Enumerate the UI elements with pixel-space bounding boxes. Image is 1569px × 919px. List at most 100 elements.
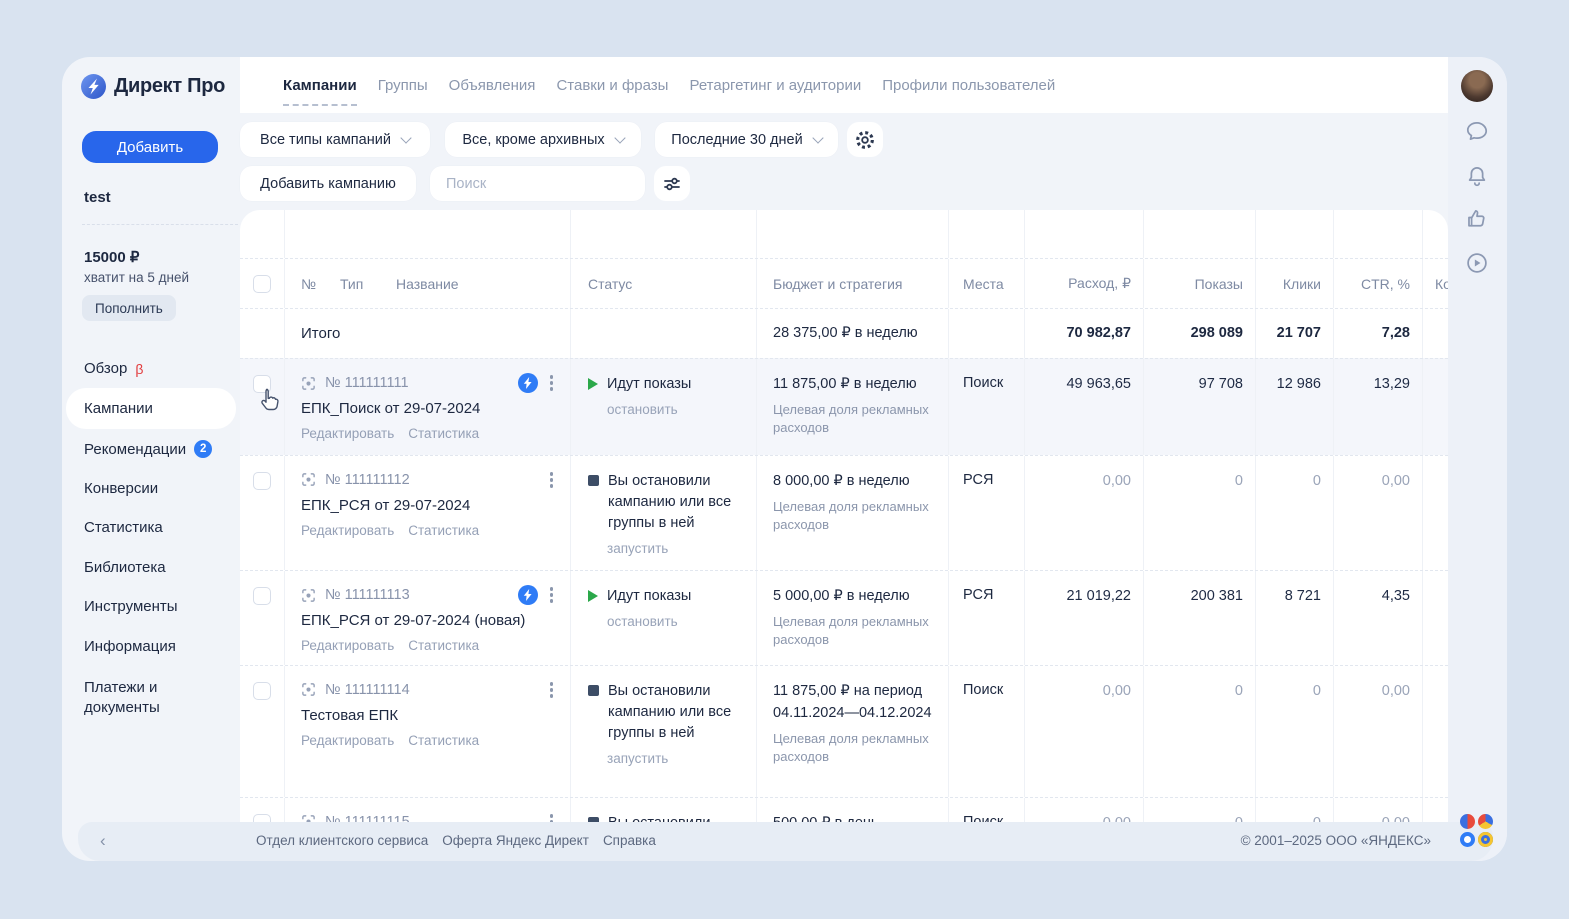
- footer-link-help[interactable]: Справка: [603, 833, 656, 848]
- sidebar-item-conversions[interactable]: Конверсии: [84, 480, 158, 497]
- row-menu-button[interactable]: [546, 680, 558, 700]
- play-circle-icon: [1464, 250, 1490, 276]
- row-menu-button[interactable]: [546, 373, 558, 393]
- campaigns-table: № Тип Название Статус Бюджет и стратегия…: [240, 210, 1448, 861]
- tray-icon-pie[interactable]: [1460, 814, 1475, 829]
- ctr-value: 13,29: [1334, 359, 1423, 455]
- table-row: № 111111114 Тестовая ЕПК Редактировать С…: [240, 665, 1448, 797]
- campaign-name[interactable]: ЕПК_РСЯ от 29-07-2024 (новая): [301, 612, 557, 629]
- chat-button[interactable]: [1464, 118, 1490, 149]
- budget-value: 11 875,00 ₽ в неделю: [773, 374, 934, 396]
- table-spacer-row: [240, 210, 1448, 258]
- tab-ads[interactable]: Объявления: [449, 57, 536, 113]
- row-checkbox[interactable]: [253, 472, 271, 490]
- table-row: № 111111111 ЕПК_Поиск от 29-07-2024 Реда…: [240, 358, 1448, 455]
- col-type: Тип: [340, 276, 363, 292]
- sidebar-item-label: Библиотека: [84, 559, 166, 576]
- tab-groups[interactable]: Группы: [378, 57, 428, 113]
- date-range-filter[interactable]: Последние 30 дней: [655, 122, 838, 157]
- tab-bids-phrases[interactable]: Ставки и фразы: [556, 57, 668, 113]
- places-value: Поиск: [949, 359, 1025, 455]
- start-link[interactable]: запустить: [607, 541, 748, 556]
- boost-badge[interactable]: [518, 585, 538, 605]
- row-menu-button[interactable]: [546, 585, 558, 605]
- start-link[interactable]: запустить: [607, 751, 748, 766]
- tray-icon-triangle[interactable]: [1478, 814, 1493, 829]
- footer-link-offer[interactable]: Оферта Яндекс Директ: [442, 833, 589, 848]
- campaign-type-filter[interactable]: Все типы кампаний: [240, 122, 430, 157]
- campaign-name[interactable]: ЕПК_Поиск от 29-07-2024: [301, 400, 557, 417]
- places-value: Поиск: [949, 666, 1025, 797]
- right-rail: [1448, 57, 1507, 861]
- tab-campaigns[interactable]: Кампании: [283, 57, 357, 113]
- col-number: №: [301, 276, 316, 292]
- archive-filter[interactable]: Все, кроме архивных: [445, 122, 641, 157]
- budget-value: 11 875,00 ₽ на период 04.11.2024—04.12.2…: [773, 681, 934, 725]
- feedback-button[interactable]: [1464, 206, 1490, 237]
- tray-icon-ring[interactable]: [1460, 832, 1475, 847]
- tab-retargeting[interactable]: Ретаргетинг и аудитории: [689, 57, 861, 113]
- col-ctr: CTR, %: [1334, 259, 1423, 308]
- edit-link[interactable]: Редактировать: [301, 426, 394, 441]
- campaign-number: № 111111112: [325, 472, 410, 488]
- add-campaign-button[interactable]: Добавить кампанию: [240, 166, 416, 201]
- sidebar-item-label: Кампании: [84, 400, 153, 417]
- collapse-sidebar-button[interactable]: ‹: [100, 831, 106, 851]
- row-checkbox[interactable]: [253, 587, 271, 605]
- tab-user-profiles[interactable]: Профили пользователей: [882, 57, 1055, 113]
- campaign-name[interactable]: ЕПК_РСЯ от 29-07-2024: [301, 497, 557, 514]
- sidebar-item-payments[interactable]: Платежи и документы: [84, 678, 204, 719]
- totals-ctr: 7,28: [1334, 309, 1423, 358]
- video-help-button[interactable]: [1464, 250, 1490, 281]
- tray-icon-dot[interactable]: [1478, 832, 1493, 847]
- sidebar-item-statistics[interactable]: Статистика: [84, 519, 163, 536]
- select-all-checkbox[interactable]: [253, 275, 271, 293]
- sidebar-item-overview[interactable]: Обзор β: [84, 360, 143, 377]
- strategy-label: Целевая доля рекламных расходов: [773, 730, 934, 766]
- top-tab-bar: Кампании Группы Объявления Ставки и фраз…: [240, 57, 1448, 113]
- stop-link[interactable]: остановить: [607, 402, 748, 417]
- add-button[interactable]: Добавить: [82, 131, 218, 163]
- account-name[interactable]: test: [84, 189, 111, 206]
- add-campaign-label: Добавить кампанию: [260, 176, 396, 192]
- statistics-link[interactable]: Статистика: [408, 426, 479, 441]
- footer-link-support[interactable]: Отдел клиентского сервиса: [256, 833, 428, 848]
- topup-button[interactable]: Пополнить: [82, 295, 176, 321]
- places-value: РСЯ: [949, 456, 1025, 570]
- app-logo[interactable]: Директ Про: [80, 73, 225, 100]
- sidebar-item-label: Статистика: [84, 519, 163, 536]
- budget-value: 8 000,00 ₽ в неделю: [773, 471, 934, 493]
- chevron-down-icon: [812, 132, 823, 143]
- col-clicks: Клики: [1256, 259, 1334, 308]
- sidebar-item-label: Конверсии: [84, 480, 158, 497]
- notifications-button[interactable]: [1464, 163, 1490, 194]
- col-conversions: Ко: [1423, 259, 1448, 308]
- sidebar-item-library[interactable]: Библиотека: [84, 559, 166, 576]
- settings-button[interactable]: [847, 122, 883, 157]
- edit-link[interactable]: Редактировать: [301, 523, 394, 538]
- sidebar-item-campaigns[interactable]: Кампании: [84, 400, 153, 417]
- ctr-value: 4,35: [1334, 571, 1423, 665]
- row-checkbox[interactable]: [253, 682, 271, 700]
- clicks-value: 0: [1256, 456, 1334, 570]
- row-menu-button[interactable]: [546, 470, 558, 490]
- app-title: Директ Про: [114, 75, 225, 98]
- sidebar-item-recommendations[interactable]: Рекомендации 2: [84, 440, 212, 458]
- statistics-link[interactable]: Статистика: [408, 523, 479, 538]
- avatar[interactable]: [1461, 70, 1493, 102]
- edit-link[interactable]: Редактировать: [301, 638, 394, 653]
- campaign-type-icon: [301, 472, 316, 487]
- boost-badge[interactable]: [518, 373, 538, 393]
- statistics-link[interactable]: Статистика: [408, 733, 479, 748]
- campaign-type-icon: [301, 376, 316, 391]
- sidebar-item-tools[interactable]: Инструменты: [84, 598, 178, 615]
- statistics-link[interactable]: Статистика: [408, 638, 479, 653]
- edit-link[interactable]: Редактировать: [301, 733, 394, 748]
- advanced-filter-button[interactable]: [654, 166, 690, 201]
- sliders-icon: [662, 174, 682, 194]
- clicks-value: 12 986: [1256, 359, 1334, 455]
- campaign-name[interactable]: Тестовая ЕПК: [301, 707, 557, 724]
- stop-link[interactable]: остановить: [607, 614, 748, 629]
- search-input[interactable]: Поиск: [430, 166, 645, 201]
- sidebar-item-information[interactable]: Информация: [84, 638, 176, 655]
